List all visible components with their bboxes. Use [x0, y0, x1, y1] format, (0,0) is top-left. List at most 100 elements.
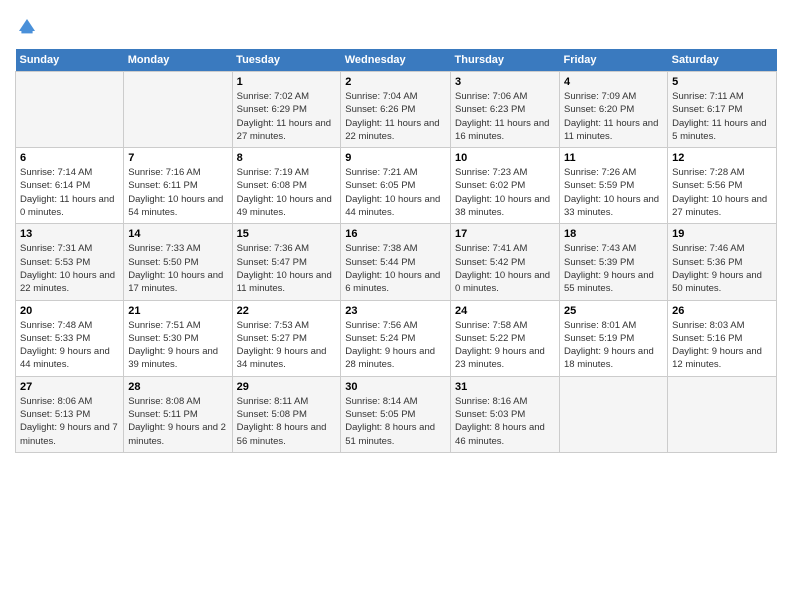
calendar-cell: 30 Sunrise: 8:14 AMSunset: 5:05 PMDayligh…: [341, 376, 451, 452]
logo-icon: [15, 15, 39, 39]
calendar-cell: 2 Sunrise: 7:04 AMSunset: 6:26 PMDaylight…: [341, 72, 451, 148]
day-header-wednesday: Wednesday: [341, 49, 451, 72]
day-info: Sunrise: 7:02 AMSunset: 6:29 PMDaylight:…: [237, 90, 337, 143]
day-info: Sunrise: 7:56 AMSunset: 5:24 PMDaylight:…: [345, 319, 446, 372]
day-info: Sunrise: 8:14 AMSunset: 5:05 PMDaylight:…: [345, 395, 446, 448]
calendar-cell: 5 Sunrise: 7:11 AMSunset: 6:17 PMDaylight…: [668, 72, 777, 148]
day-number: 25: [564, 305, 663, 317]
day-number: 14: [128, 228, 227, 240]
day-number: 23: [345, 305, 446, 317]
day-header-sunday: Sunday: [16, 49, 124, 72]
day-info: Sunrise: 7:11 AMSunset: 6:17 PMDaylight:…: [672, 90, 772, 143]
day-number: 26: [672, 305, 772, 317]
day-number: 24: [455, 305, 555, 317]
calendar-cell: [16, 72, 124, 148]
day-header-friday: Friday: [560, 49, 668, 72]
calendar-cell: 29Sunrise: 8:11 AMSunset: 5:08 PMDayligh…: [232, 376, 341, 452]
day-info: Sunrise: 7:31 AMSunset: 5:53 PMDaylight:…: [20, 242, 119, 295]
day-info: Sunrise: 7:38 AMSunset: 5:44 PMDaylight:…: [345, 242, 446, 295]
day-info: Sunrise: 7:21 AMSunset: 6:05 PMDaylight:…: [345, 166, 446, 219]
calendar-cell: [668, 376, 777, 452]
day-number: 5: [672, 76, 772, 88]
day-number: 6: [20, 152, 119, 164]
day-number: 21: [128, 305, 227, 317]
calendar-cell: [560, 376, 668, 452]
day-info: Sunrise: 7:04 AMSunset: 6:26 PMDaylight:…: [345, 90, 446, 143]
page-header: [15, 15, 777, 39]
day-header-monday: Monday: [124, 49, 232, 72]
day-number: 13: [20, 228, 119, 240]
calendar-cell: 20 Sunrise: 7:48 AMSunset: 5:33 PMDayligh…: [16, 300, 124, 376]
day-number: 9: [345, 152, 446, 164]
calendar-cell: 7 Sunrise: 7:16 AMSunset: 6:11 PMDaylight…: [124, 148, 232, 224]
day-number: 8: [237, 152, 337, 164]
day-info: Sunrise: 8:03 AMSunset: 5:16 PMDaylight:…: [672, 319, 772, 372]
day-info: Sunrise: 7:36 AMSunset: 5:47 PMDaylight:…: [237, 242, 337, 295]
day-number: 15: [237, 228, 337, 240]
day-info: Sunrise: 7:41 AMSunset: 5:42 PMDaylight:…: [455, 242, 555, 295]
week-row-2: 6 Sunrise: 7:14 AMSunset: 6:14 PMDaylight…: [16, 148, 777, 224]
day-header-tuesday: Tuesday: [232, 49, 341, 72]
day-info: Sunrise: 8:11 AMSunset: 5:08 PMDaylight:…: [237, 395, 337, 448]
day-info: Sunrise: 8:16 AMSunset: 5:03 PMDaylight:…: [455, 395, 555, 448]
calendar-cell: 23 Sunrise: 7:56 AMSunset: 5:24 PMDayligh…: [341, 300, 451, 376]
calendar-cell: 27 Sunrise: 8:06 AMSunset: 5:13 PMDayligh…: [16, 376, 124, 452]
day-number: 18: [564, 228, 663, 240]
day-number: 4: [564, 76, 663, 88]
calendar-cell: 14 Sunrise: 7:33 AMSunset: 5:50 PMDayligh…: [124, 224, 232, 300]
calendar-cell: 9 Sunrise: 7:21 AMSunset: 6:05 PMDaylight…: [341, 148, 451, 224]
calendar-cell: 12Sunrise: 7:28 AMSunset: 5:56 PMDayligh…: [668, 148, 777, 224]
calendar-cell: 21 Sunrise: 7:51 AMSunset: 5:30 PMDayligh…: [124, 300, 232, 376]
day-number: 30: [345, 381, 446, 393]
day-header-thursday: Thursday: [451, 49, 560, 72]
day-number: 1: [237, 76, 337, 88]
day-info: Sunrise: 8:06 AMSunset: 5:13 PMDaylight:…: [20, 395, 119, 448]
calendar-cell: 8Sunrise: 7:19 AMSunset: 6:08 PMDaylight…: [232, 148, 341, 224]
week-row-1: 1 Sunrise: 7:02 AMSunset: 6:29 PMDaylight…: [16, 72, 777, 148]
logo: [15, 15, 43, 39]
day-number: 11: [564, 152, 663, 164]
day-info: Sunrise: 7:51 AMSunset: 5:30 PMDaylight:…: [128, 319, 227, 372]
calendar-cell: 25 Sunrise: 8:01 AMSunset: 5:19 PMDayligh…: [560, 300, 668, 376]
day-number: 27: [20, 381, 119, 393]
day-info: Sunrise: 7:58 AMSunset: 5:22 PMDaylight:…: [455, 319, 555, 372]
day-number: 20: [20, 305, 119, 317]
day-number: 7: [128, 152, 227, 164]
day-number: 16: [345, 228, 446, 240]
day-info: Sunrise: 7:14 AMSunset: 6:14 PMDaylight:…: [20, 166, 119, 219]
day-info: Sunrise: 7:06 AMSunset: 6:23 PMDaylight:…: [455, 90, 555, 143]
day-header-saturday: Saturday: [668, 49, 777, 72]
calendar-cell: 3Sunrise: 7:06 AMSunset: 6:23 PMDaylight…: [451, 72, 560, 148]
calendar-cell: 22Sunrise: 7:53 AMSunset: 5:27 PMDayligh…: [232, 300, 341, 376]
calendar-cell: 6 Sunrise: 7:14 AMSunset: 6:14 PMDaylight…: [16, 148, 124, 224]
day-number: 2: [345, 76, 446, 88]
day-number: 10: [455, 152, 555, 164]
day-info: Sunrise: 7:48 AMSunset: 5:33 PMDaylight:…: [20, 319, 119, 372]
day-info: Sunrise: 7:43 AMSunset: 5:39 PMDaylight:…: [564, 242, 663, 295]
calendar-cell: 19 Sunrise: 7:46 AMSunset: 5:36 PMDayligh…: [668, 224, 777, 300]
header-row: SundayMondayTuesdayWednesdayThursdayFrid…: [16, 49, 777, 72]
day-info: Sunrise: 7:09 AMSunset: 6:20 PMDaylight:…: [564, 90, 663, 143]
day-info: Sunrise: 7:16 AMSunset: 6:11 PMDaylight:…: [128, 166, 227, 219]
day-info: Sunrise: 7:28 AMSunset: 5:56 PMDaylight:…: [672, 166, 772, 219]
calendar-cell: 28Sunrise: 8:08 AMSunset: 5:11 PMDayligh…: [124, 376, 232, 452]
calendar-cell: [124, 72, 232, 148]
day-info: Sunrise: 7:46 AMSunset: 5:36 PMDaylight:…: [672, 242, 772, 295]
day-number: 22: [237, 305, 337, 317]
calendar-cell: 31 Sunrise: 8:16 AMSunset: 5:03 PMDayligh…: [451, 376, 560, 452]
calendar-table: SundayMondayTuesdayWednesdayThursdayFrid…: [15, 49, 777, 453]
day-info: Sunrise: 8:08 AMSunset: 5:11 PMDaylight:…: [128, 395, 227, 448]
day-number: 17: [455, 228, 555, 240]
day-info: Sunrise: 7:26 AMSunset: 5:59 PMDaylight:…: [564, 166, 663, 219]
day-number: 31: [455, 381, 555, 393]
calendar-cell: 18 Sunrise: 7:43 AMSunset: 5:39 PMDayligh…: [560, 224, 668, 300]
calendar-cell: 11 Sunrise: 7:26 AMSunset: 5:59 PMDayligh…: [560, 148, 668, 224]
calendar-cell: 15 Sunrise: 7:36 AMSunset: 5:47 PMDayligh…: [232, 224, 341, 300]
calendar-cell: 13 Sunrise: 7:31 AMSunset: 5:53 PMDayligh…: [16, 224, 124, 300]
week-row-3: 13 Sunrise: 7:31 AMSunset: 5:53 PMDayligh…: [16, 224, 777, 300]
day-info: Sunrise: 7:33 AMSunset: 5:50 PMDaylight:…: [128, 242, 227, 295]
day-info: Sunrise: 8:01 AMSunset: 5:19 PMDaylight:…: [564, 319, 663, 372]
day-number: 19: [672, 228, 772, 240]
calendar-cell: 10Sunrise: 7:23 AMSunset: 6:02 PMDayligh…: [451, 148, 560, 224]
week-row-4: 20 Sunrise: 7:48 AMSunset: 5:33 PMDayligh…: [16, 300, 777, 376]
